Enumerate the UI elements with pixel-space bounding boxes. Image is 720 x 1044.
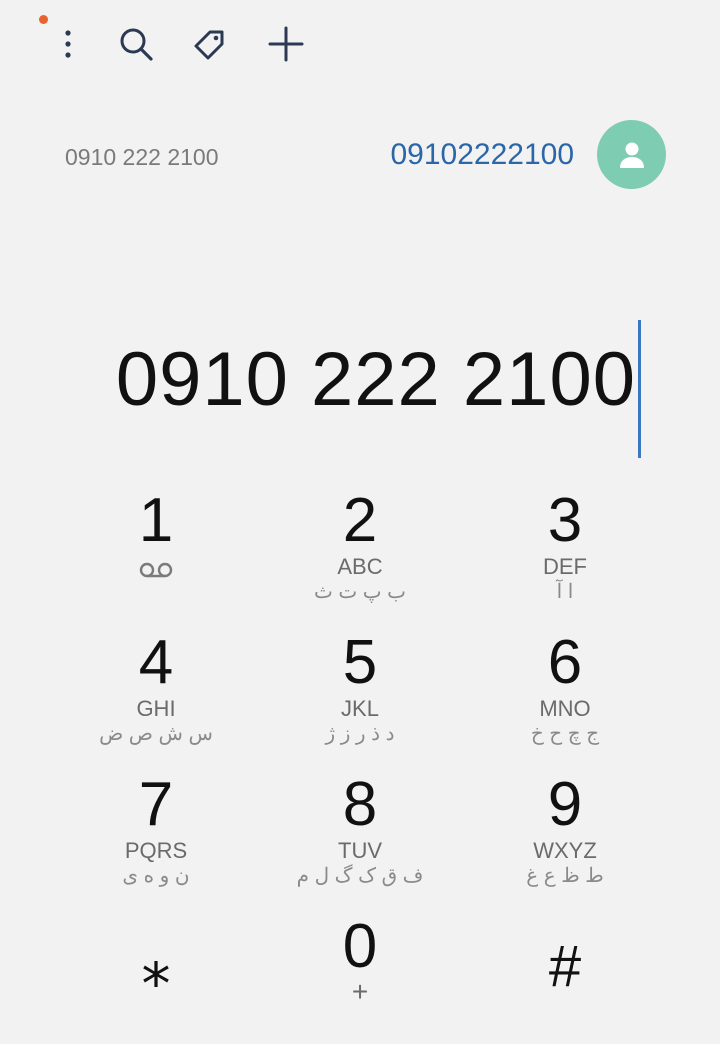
key-plus: + <box>351 976 369 1007</box>
key-letters: GHI <box>136 696 176 721</box>
key-symbol: ⁎ <box>141 934 171 999</box>
key-hash[interactable]: # <box>465 914 665 1044</box>
key-1[interactable]: 1 <box>56 488 256 618</box>
key-6[interactable]: 6 MNO ج چ ح خ <box>465 630 665 760</box>
dial-keypad: 1 2 ABC ب پ ت ث 3 DEF ا آ 4 GHI س ش ص ض … <box>0 488 720 1018</box>
key-persian-letters: ط ظ ع غ <box>526 865 604 887</box>
toolbar <box>0 0 720 90</box>
key-persian-letters: س ش ص ض <box>99 723 213 745</box>
add-icon[interactable] <box>264 22 308 66</box>
person-icon <box>619 142 644 168</box>
dialed-number-field[interactable]: 0910 222 2100 <box>0 320 720 460</box>
key-digit: 3 <box>547 486 583 555</box>
key-digit: 8 <box>342 770 378 839</box>
key-letters: TUV <box>338 838 382 863</box>
key-persian-letters: ف ق ک گ ل م <box>296 865 424 887</box>
key-4[interactable]: 4 GHI س ش ص ض <box>56 630 256 760</box>
key-persian-letters: د ذ ر ز ژ <box>325 723 395 745</box>
key-7[interactable]: 7 PQRS ن و ه ی <box>56 772 256 902</box>
key-persian-letters: ن و ه ی <box>122 865 190 887</box>
suggestion-number[interactable]: 09102222100 <box>390 138 574 172</box>
key-persian-letters: ا آ <box>556 581 574 603</box>
key-0[interactable]: 0 + <box>260 914 460 1044</box>
more-options-icon[interactable] <box>46 22 90 66</box>
voicemail-icon <box>56 560 256 580</box>
key-symbol: # <box>548 934 582 999</box>
key-digit: 2 <box>342 486 378 555</box>
key-digit: 4 <box>138 628 174 697</box>
key-2[interactable]: 2 ABC ب پ ت ث <box>260 488 460 618</box>
key-letters: ABC <box>337 554 383 579</box>
key-8[interactable]: 8 TUV ف ق ک گ ل م <box>260 772 460 902</box>
avatar[interactable] <box>597 120 666 189</box>
key-9[interactable]: 9 WXYZ ط ظ ع غ <box>465 772 665 902</box>
key-persian-letters: ج چ ح خ <box>530 723 600 745</box>
tag-icon[interactable] <box>188 22 232 66</box>
key-letters: WXYZ <box>533 838 597 863</box>
key-star[interactable]: ⁎ <box>56 914 256 1044</box>
key-digit: 1 <box>138 486 174 555</box>
key-digit: 0 <box>342 912 378 981</box>
key-digit: 9 <box>547 770 583 839</box>
key-persian-letters: ب پ ت ث <box>314 581 406 603</box>
key-letters: MNO <box>539 696 591 721</box>
key-letters: JKL <box>341 696 379 721</box>
key-5[interactable]: 5 JKL د ذ ر ز ژ <box>260 630 460 760</box>
key-digit: 7 <box>138 770 174 839</box>
dialed-number: 0910 222 2100 <box>115 337 636 422</box>
contact-suggestion[interactable]: 0910 222 2100 09102222100 <box>0 110 720 200</box>
suggestion-formatted-number: 0910 222 2100 <box>65 144 219 170</box>
key-letters: DEF <box>543 554 587 579</box>
key-digit: 6 <box>547 628 583 697</box>
key-letters: PQRS <box>124 838 188 863</box>
search-icon[interactable] <box>114 22 158 66</box>
key-3[interactable]: 3 DEF ا آ <box>465 488 665 618</box>
key-digit: 5 <box>342 628 378 697</box>
text-cursor <box>638 320 641 458</box>
